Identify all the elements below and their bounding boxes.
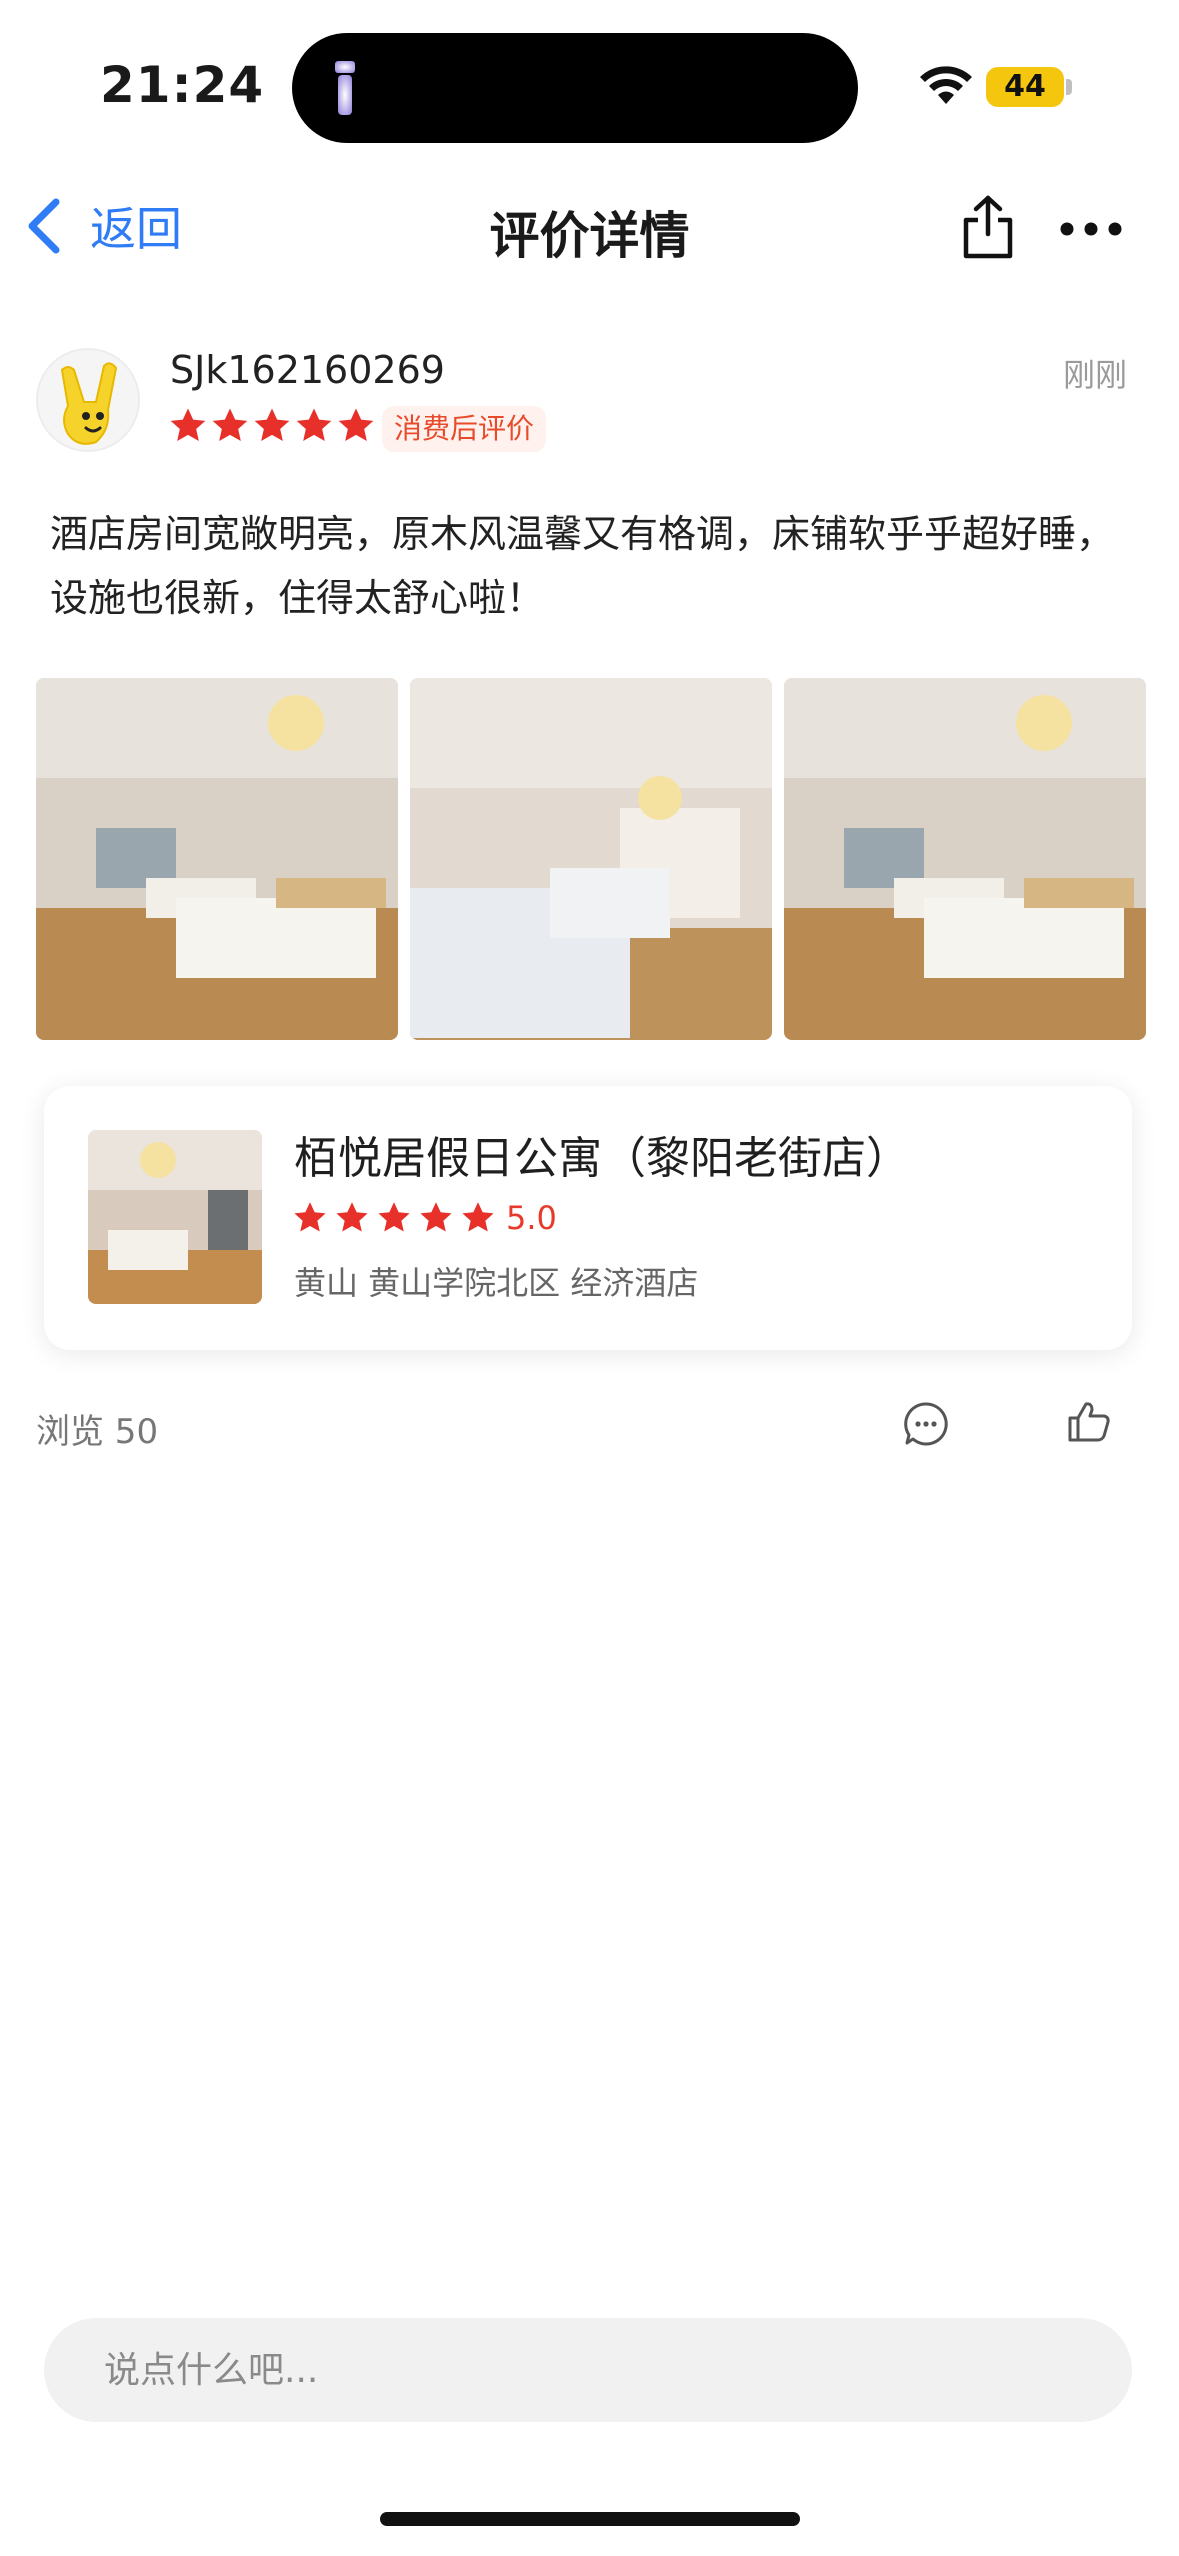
star-icon [420, 1202, 452, 1232]
battery-tip [1066, 79, 1072, 95]
hotel-score: 5.0 [506, 1199, 557, 1237]
star-icon [294, 1202, 326, 1232]
hotel-location-type: 黄山 黄山学院北区 经济酒店 [294, 1264, 699, 1302]
star-icon [378, 1202, 410, 1232]
review-photos [36, 678, 1146, 1040]
status-bar: 21:24 44 [0, 0, 1179, 150]
review-photo-3[interactable] [784, 678, 1146, 1040]
star-icon [336, 1202, 368, 1232]
flashlight-icon [335, 61, 355, 115]
view-count: 浏览 50 [36, 1412, 159, 1452]
star-icon [170, 408, 206, 441]
wifi-icon [920, 66, 972, 104]
review-username[interactable]: SJk162160269 [170, 348, 445, 392]
hotel-rating: 5.0 [292, 1196, 557, 1240]
star-icon [212, 408, 248, 441]
comment-input[interactable] [44, 2318, 1132, 2422]
hotel-card[interactable]: 栢悦居假日公寓（黎阳老街店） 5.0 黄山 黄山学院北区 经济酒店 [44, 1086, 1132, 1350]
share-icon[interactable] [960, 194, 1016, 260]
star-icon [296, 408, 332, 441]
review-photo-1[interactable] [36, 678, 398, 1040]
navigation-bar: 返回 评价详情 [0, 170, 1179, 280]
review-tag-badge: 消费后评价 [382, 406, 547, 452]
review-photo-2[interactable] [410, 678, 772, 1040]
more-icon[interactable] [1060, 222, 1122, 236]
thumbs-up-icon[interactable] [1064, 1398, 1112, 1446]
mascot-avatar-icon [38, 350, 138, 450]
hotel-name: 栢悦居假日公寓（黎阳老街店） [294, 1133, 910, 1184]
star-icon [338, 408, 374, 441]
hotel-rating-stars [292, 1200, 502, 1236]
review-time: 刚刚 [1062, 356, 1127, 394]
dynamic-island [292, 33, 858, 143]
comment-icon[interactable] [902, 1400, 950, 1448]
review-rating-stars [168, 406, 378, 450]
status-time: 21:24 [100, 56, 265, 114]
review-content: 酒店房间宽敞明亮，原木风温馨又有格调，床铺软乎乎超好睡，设施也很新，住得太舒心啦… [50, 512, 1115, 620]
battery-indicator: 44 [986, 67, 1064, 107]
avatar[interactable] [36, 348, 140, 452]
star-icon [254, 408, 290, 441]
hotel-thumbnail [88, 1130, 262, 1304]
star-icon [462, 1202, 494, 1232]
home-indicator [380, 2512, 800, 2526]
